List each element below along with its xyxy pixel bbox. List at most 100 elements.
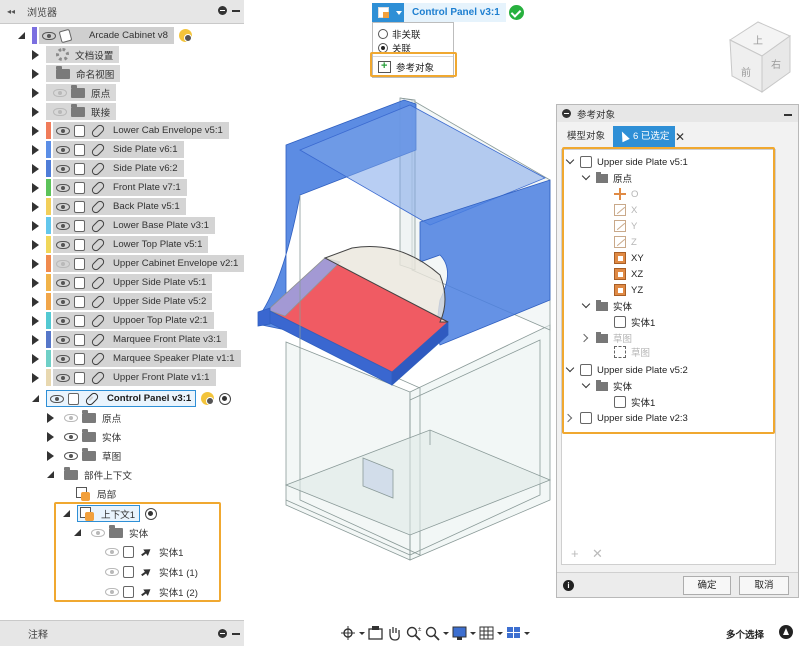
dropdown-caret-icon[interactable] — [443, 625, 449, 641]
expand-icon[interactable] — [32, 334, 39, 345]
expand-icon[interactable] — [32, 106, 39, 117]
visibility-icon[interactable] — [56, 316, 70, 325]
info-icon[interactable]: i — [563, 580, 574, 591]
expand-icon[interactable] — [32, 163, 39, 174]
zoom-icon[interactable]: ± — [405, 625, 422, 641]
tree-item-named-views[interactable]: 命名视图 — [30, 64, 121, 83]
tree-root[interactable]: Arcade Cabinet v8 — [16, 26, 192, 45]
assembly-context-icon[interactable] — [372, 3, 394, 22]
add-comment-icon[interactable] — [218, 629, 227, 638]
minimize-icon[interactable] — [232, 633, 240, 635]
dropdown-caret-icon[interactable] — [470, 625, 476, 641]
dropdown-caret-icon[interactable] — [497, 625, 503, 641]
visibility-icon[interactable] — [64, 451, 78, 460]
expand-icon[interactable] — [32, 353, 39, 364]
tree-item-component[interactable]: Marquee Front Plate v3:1 — [30, 330, 228, 349]
viewcube-top-label[interactable]: 上 — [753, 35, 763, 47]
tree-item-component[interactable]: Marquee Speaker Plate v1:1 — [30, 349, 241, 368]
visibility-icon[interactable] — [53, 88, 67, 97]
visibility-icon[interactable] — [56, 297, 70, 306]
visibility-icon[interactable] — [53, 107, 67, 116]
tree-item-component[interactable]: Lower Top Plate v5:1 — [30, 235, 209, 254]
expand-icon[interactable] — [32, 182, 39, 193]
context-component-name[interactable]: Control Panel v3:1 — [404, 3, 506, 22]
model-viewport[interactable] — [246, 24, 556, 620]
remove-icon[interactable]: ✕ — [592, 546, 603, 562]
grid-icon[interactable] — [478, 625, 495, 641]
tree-item-component[interactable]: Upper Side Plate v5:2 — [30, 292, 213, 311]
look-at-icon[interactable] — [367, 625, 384, 641]
expand-icon[interactable] — [32, 201, 39, 212]
expand-icon[interactable] — [32, 277, 39, 288]
tree-item-assembly-context[interactable]: 部件上下文 — [45, 465, 132, 484]
visibility-icon[interactable] — [56, 221, 70, 230]
visibility-icon[interactable] — [56, 164, 70, 173]
autodesk-logo-icon[interactable] — [779, 625, 793, 639]
tree-item-active-component[interactable]: Control Panel v3:1 — [30, 389, 232, 408]
pan-hand-icon[interactable] — [386, 625, 403, 641]
tree-item-component[interactable]: Lower Base Plate v3:1 — [30, 216, 215, 235]
visibility-icon[interactable] — [42, 31, 56, 40]
clear-selection-icon[interactable]: ✕ — [675, 130, 685, 144]
add-icon[interactable]: + — [571, 546, 579, 561]
expand-icon[interactable] — [32, 68, 39, 79]
tree-item-component[interactable]: Upper Cabinet Envelope v2:1 — [30, 254, 245, 273]
view-cube[interactable]: 上 前 右 — [718, 12, 798, 97]
tree-item-component[interactable]: Front Plate v7:1 — [30, 178, 187, 197]
expand-icon[interactable] — [47, 450, 54, 461]
tree-item-component[interactable]: Side Plate v6:1 — [30, 140, 184, 159]
viewcube-front-label[interactable]: 前 — [741, 66, 751, 79]
tree-item-component[interactable]: Upper Side Plate v5:1 — [30, 273, 213, 292]
tab-selected[interactable]: 6 已选定 — [613, 126, 676, 147]
tab-model-objects[interactable]: 模型对象 — [561, 126, 611, 147]
expand-icon[interactable] — [32, 296, 39, 307]
orbit-icon[interactable] — [340, 625, 357, 641]
tree-item-local[interactable]: 局部 — [76, 484, 116, 503]
visibility-icon[interactable] — [56, 240, 70, 249]
tree-item-component[interactable]: Uppoer Top Plate v2:1 — [30, 311, 214, 330]
tree-item-component[interactable]: Upper Front Plate v1:1 — [30, 368, 216, 387]
visibility-icon[interactable] — [56, 259, 70, 268]
confirm-check-icon[interactable] — [508, 5, 524, 20]
expand-icon[interactable] — [32, 239, 39, 250]
viewports-icon[interactable] — [505, 625, 522, 641]
browser-options-icon[interactable] — [218, 6, 227, 15]
option-non-associative[interactable]: 非关联 — [378, 27, 421, 41]
expand-icon[interactable] — [32, 258, 39, 269]
expand-icon[interactable] — [47, 431, 54, 442]
collapse-icon[interactable] — [47, 471, 54, 478]
cancel-button[interactable]: 取消 — [739, 576, 789, 595]
tree-item-component[interactable]: Side Plate v6:2 — [30, 159, 184, 178]
minimize-icon[interactable] — [232, 10, 240, 12]
collapse-panel-icon[interactable]: ◂◂ — [3, 7, 19, 16]
visibility-icon[interactable] — [56, 183, 70, 192]
panel-options-icon[interactable] — [562, 109, 571, 118]
tree-item-bodies[interactable]: 实体 — [45, 427, 121, 446]
visibility-icon[interactable] — [56, 278, 70, 287]
tree-item-sketches[interactable]: 草图 — [45, 446, 121, 465]
minimize-icon[interactable] — [784, 114, 792, 116]
tree-item-document-settings[interactable]: 文档设置 — [30, 45, 120, 64]
activate-radio-icon[interactable] — [219, 392, 232, 405]
expand-icon[interactable] — [18, 32, 25, 39]
visibility-icon[interactable] — [56, 335, 70, 344]
expand-icon[interactable] — [32, 87, 39, 98]
visibility-icon[interactable] — [56, 373, 70, 382]
expand-icon[interactable] — [32, 125, 39, 136]
expand-icon[interactable] — [32, 220, 39, 231]
radio-icon[interactable] — [378, 29, 388, 39]
visibility-icon[interactable] — [50, 394, 64, 403]
expand-icon[interactable] — [32, 144, 39, 155]
visibility-icon[interactable] — [56, 126, 70, 135]
tree-item-component[interactable]: Back Plate v5:1 — [30, 197, 186, 216]
context-selector[interactable]: Control Panel v3:1 — [372, 3, 524, 22]
ok-button[interactable]: 确定 — [683, 576, 731, 595]
visibility-icon[interactable] — [56, 145, 70, 154]
dropdown-caret-icon[interactable] — [524, 625, 530, 641]
multi-select-label[interactable]: 多个选择 — [726, 627, 764, 641]
tree-item-origin[interactable]: 原点 — [45, 408, 121, 427]
expand-icon[interactable] — [47, 412, 54, 423]
expand-icon[interactable] — [32, 372, 39, 383]
visibility-icon[interactable] — [64, 413, 78, 422]
tree-item-joints[interactable]: 联接 — [30, 102, 117, 121]
